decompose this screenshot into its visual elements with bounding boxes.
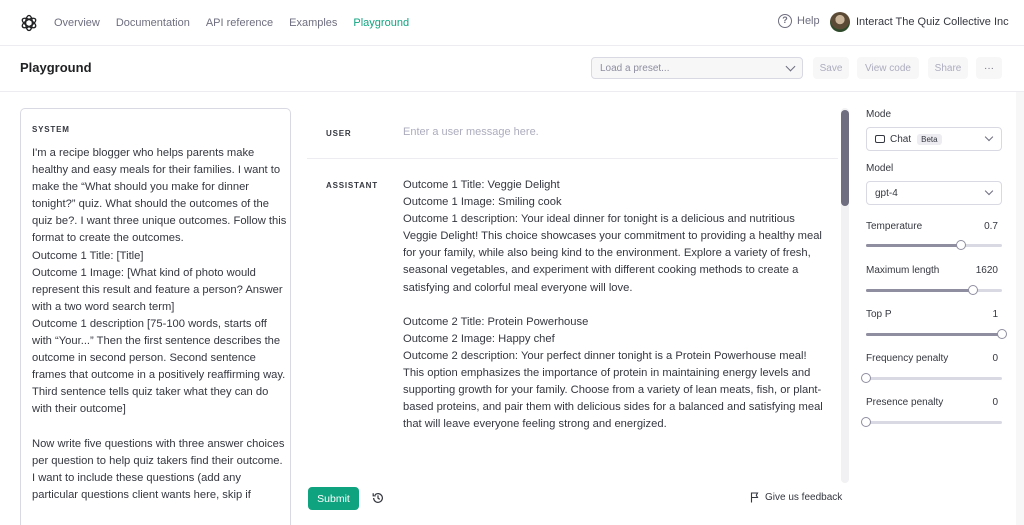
model-label: Model (866, 163, 894, 174)
frequency-penalty-slider[interactable] (861, 373, 1002, 383)
model-select[interactable]: gpt-4 (866, 181, 1002, 205)
temperature-slider-fill (866, 244, 962, 247)
preset-placeholder: Load a preset... (600, 63, 670, 74)
user-role-label[interactable]: USER (326, 129, 351, 138)
org-menu[interactable]: Interact The Quiz Collective Inc (830, 12, 1009, 32)
temperature-value[interactable]: 0.7 (958, 221, 998, 232)
beta-badge: Beta (917, 134, 942, 145)
help-label: Help (797, 15, 820, 27)
assistant-message[interactable]: Outcome 1 Title: Veggie Delight Outcome … (403, 177, 823, 433)
nav-documentation[interactable]: Documentation (116, 17, 190, 29)
nav-links: Overview Documentation API reference Exa… (54, 0, 425, 46)
page-edge (1016, 92, 1024, 525)
messages-scrollbar[interactable] (841, 108, 849, 483)
openai-logo-icon[interactable] (19, 13, 39, 33)
temperature-slider-thumb[interactable] (956, 240, 967, 250)
scroll-thumb[interactable] (841, 110, 849, 206)
chat-icon (875, 135, 885, 143)
top-p-slider-fill (866, 333, 1002, 336)
temperature-slider[interactable] (866, 240, 1002, 250)
submit-button[interactable]: Submit (308, 487, 359, 510)
chevron-down-icon (984, 186, 994, 196)
max-length-slider-thumb[interactable] (968, 285, 979, 295)
frequency-penalty-slider-thumb[interactable] (861, 373, 871, 383)
frequency-penalty-value[interactable]: 0 (958, 353, 998, 364)
nav-overview[interactable]: Overview (54, 17, 100, 29)
max-length-slider-fill (866, 289, 974, 292)
top-p-slider[interactable] (866, 329, 1007, 339)
help-icon: ? (778, 14, 792, 28)
model-value: gpt-4 (875, 188, 898, 199)
user-message-input[interactable]: Enter a user message here. (403, 126, 539, 138)
user-message-row[interactable]: USER Enter a user message here. (307, 108, 838, 159)
system-panel[interactable]: SYSTEM I'm a recipe blogger who helps pa… (20, 108, 291, 525)
max-length-label: Maximum length (866, 265, 940, 276)
nav-playground[interactable]: Playground (353, 17, 409, 29)
mode-value: Chat (890, 134, 912, 145)
assistant-role-label[interactable]: ASSISTANT (326, 181, 378, 190)
more-options-button[interactable]: ··· (976, 57, 1002, 79)
top-p-label: Top P (866, 309, 892, 320)
chevron-down-icon (984, 132, 994, 142)
top-p-slider-thumb[interactable] (997, 329, 1007, 339)
presence-penalty-slider-thumb[interactable] (861, 417, 871, 427)
flag-icon (750, 492, 759, 503)
temperature-label: Temperature (866, 221, 923, 232)
org-name: Interact The Quiz Collective Inc (856, 16, 1009, 28)
save-button[interactable]: Save (813, 57, 849, 79)
page-title: Playground (20, 60, 92, 75)
mode-label: Mode (866, 109, 892, 120)
system-textarea[interactable]: I'm a recipe blogger who helps parents m… (32, 145, 288, 504)
max-length-value[interactable]: 1620 (958, 265, 998, 276)
share-button[interactable]: Share (928, 57, 968, 79)
preset-select[interactable]: Load a preset... (591, 57, 803, 79)
top-nav: Overview Documentation API reference Exa… (0, 0, 1024, 46)
top-p-value[interactable]: 1 (958, 309, 998, 320)
nav-api-reference[interactable]: API reference (206, 17, 273, 29)
presence-penalty-value[interactable]: 0 (958, 397, 998, 408)
feedback-link[interactable]: Give us feedback (750, 492, 842, 503)
view-code-button[interactable]: View code (857, 57, 919, 79)
frequency-penalty-label: Frequency penalty (866, 353, 949, 364)
mode-select[interactable]: Chat Beta (866, 127, 1002, 151)
system-label: SYSTEM (32, 125, 70, 134)
nav-examples[interactable]: Examples (289, 17, 337, 29)
help-link[interactable]: ? Help (778, 14, 820, 28)
presence-penalty-slider[interactable] (861, 417, 1002, 427)
chevron-down-icon (785, 61, 796, 72)
presence-penalty-label: Presence penalty (866, 397, 944, 408)
avatar (830, 12, 850, 32)
max-length-slider[interactable] (866, 285, 1002, 295)
feedback-label: Give us feedback (765, 492, 843, 503)
messages-area: USER Enter a user message here. ASSISTAN… (307, 108, 838, 483)
history-icon[interactable] (371, 491, 385, 505)
